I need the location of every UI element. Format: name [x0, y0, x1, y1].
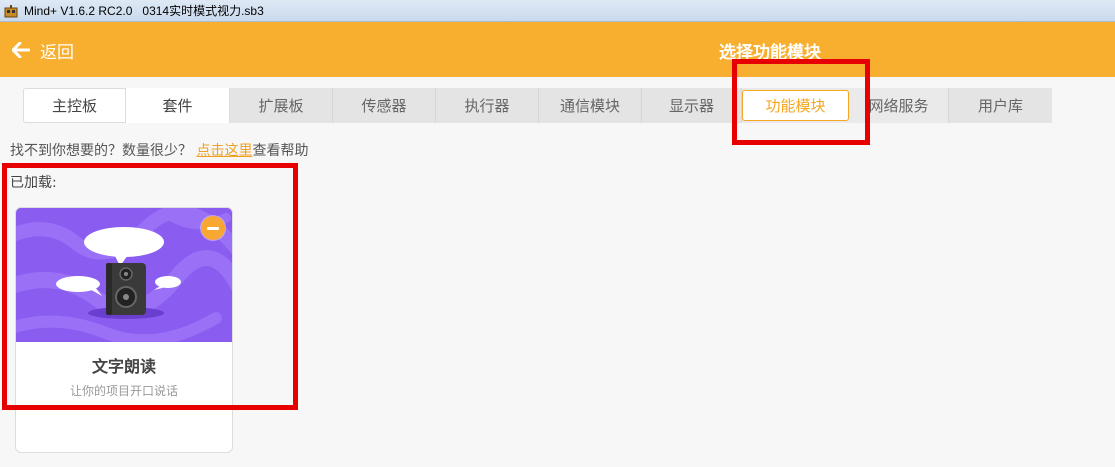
- tab-network-service[interactable]: 网络服务: [849, 88, 949, 123]
- tab-communication-module[interactable]: 通信模块: [539, 88, 642, 123]
- back-button-label: 返回: [40, 42, 74, 63]
- tab-actuator[interactable]: 执行器: [436, 88, 539, 123]
- loaded-section-label: 已加载:: [10, 175, 57, 191]
- help-prefix: 找不到你想要的？数量很少？: [10, 143, 192, 159]
- tab-sensor[interactable]: 传感器: [333, 88, 436, 123]
- mindplus-app-icon: [4, 4, 18, 18]
- card-banner: [16, 208, 232, 342]
- speaker-icon: [16, 208, 232, 342]
- help-suffix: 查看帮助: [252, 143, 309, 159]
- category-tabs: 主控板 套件 扩展板 传感器 执行器 通信模块 显示器 功能模块 网络服务 用户…: [23, 88, 1052, 123]
- tab-user-library[interactable]: 用户库: [949, 88, 1052, 123]
- back-button[interactable]: 返回: [12, 38, 74, 63]
- window-titlebar: Mind+ V1.6.2 RC2.0 0314实时模式视力.sb3: [0, 0, 1115, 22]
- page-title: 选择功能模块: [719, 43, 821, 63]
- tab-function-module[interactable]: 功能模块: [742, 90, 849, 121]
- page-header: 返回 选择功能模块: [0, 22, 1115, 77]
- window-title: Mind+ V1.6.2 RC2.0 0314实时模式视力.sb3: [24, 4, 264, 18]
- card-description: 让你的项目开口说话: [69, 384, 178, 398]
- arrow-left-icon: [12, 42, 30, 58]
- tab-display[interactable]: 显示器: [642, 88, 742, 123]
- card-title: 文字朗读: [91, 357, 156, 376]
- help-text: 找不到你想要的？数量很少？ 点击这里查看帮助: [10, 140, 308, 160]
- help-link[interactable]: 点击这里: [196, 143, 252, 159]
- tab-kit[interactable]: 套件: [126, 88, 230, 123]
- tab-expansion-board[interactable]: 扩展板: [230, 88, 333, 123]
- tab-main-board[interactable]: 主控板: [23, 88, 126, 123]
- module-card-text-to-speech[interactable]: 文字朗读 让你的项目开口说话: [15, 207, 233, 453]
- remove-module-button[interactable]: [201, 216, 225, 240]
